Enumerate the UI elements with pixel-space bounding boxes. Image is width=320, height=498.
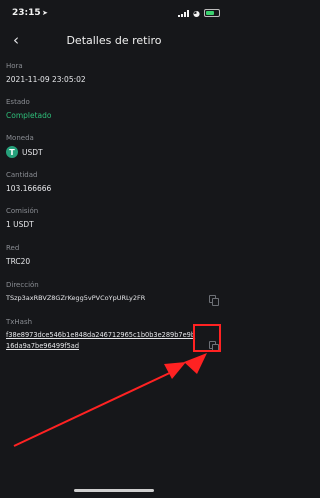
annotation-arrows (13, 353, 207, 447)
annotation-pointer (184, 353, 207, 374)
annotation-arrowhead (164, 362, 186, 379)
annotation-arrow-line (13, 369, 177, 447)
home-indicator (74, 489, 154, 492)
